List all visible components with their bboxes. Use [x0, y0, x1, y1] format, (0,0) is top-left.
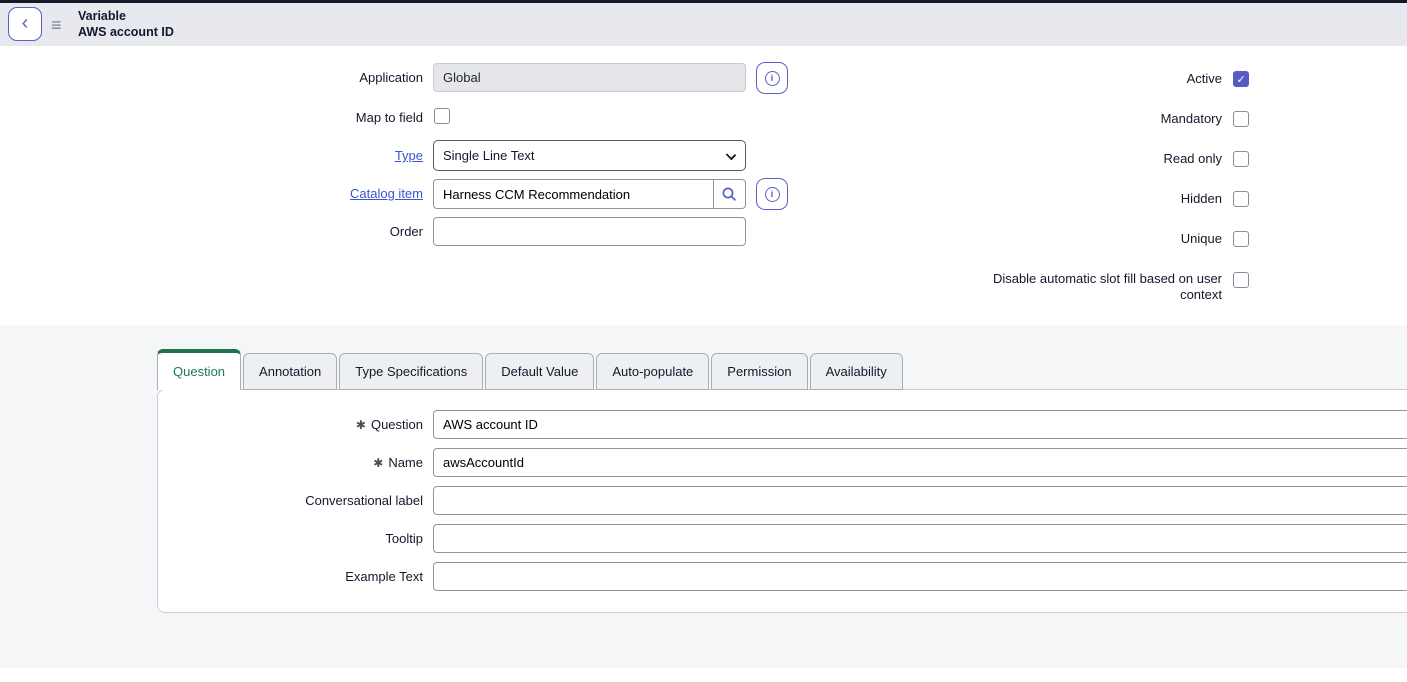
question-label-wrap: ✱ Question: [180, 417, 423, 433]
conversational-label-label: Conversational label: [180, 493, 423, 509]
active-label: Active: [977, 71, 1222, 87]
info-icon: i: [765, 71, 780, 86]
application-input: [433, 63, 746, 92]
tab-default-value[interactable]: Default Value: [485, 353, 594, 390]
record-title: Variable AWS account ID: [78, 8, 174, 40]
question-label: Question: [371, 417, 423, 432]
conversational-label-input[interactable]: [433, 486, 1407, 515]
read-only-label: Read only: [977, 151, 1222, 167]
map-to-field-checkbox[interactable]: [434, 108, 450, 124]
hidden-checkbox[interactable]: [1233, 191, 1249, 207]
unique-label: Unique: [977, 231, 1222, 247]
search-icon: [721, 186, 738, 203]
read-only-checkbox[interactable]: [1233, 151, 1249, 167]
catalog-item-link[interactable]: Catalog item: [350, 186, 423, 201]
record-type-label: Variable: [78, 8, 174, 24]
bottom-white-strip: [0, 668, 1407, 682]
tab-auto-populate[interactable]: Auto-populate: [596, 353, 709, 390]
tooltip-label: Tooltip: [180, 531, 423, 547]
tab-annotation[interactable]: Annotation: [243, 353, 337, 390]
order-label: Order: [180, 224, 423, 240]
catalog-item-lookup-button[interactable]: [713, 179, 746, 209]
record-name-label: AWS account ID: [78, 24, 174, 40]
name-label-wrap: ✱ Name: [180, 455, 423, 471]
context-menu-icon[interactable]: ≡: [51, 15, 62, 36]
variable-form-page: ‹ ≡ Variable AWS account ID Application …: [0, 0, 1407, 682]
tab-availability[interactable]: Availability: [810, 353, 903, 390]
tab-type-specifications[interactable]: Type Specifications: [339, 353, 483, 390]
active-checkbox[interactable]: [1233, 71, 1249, 87]
catalog-item-label-wrap: Catalog item: [180, 186, 423, 202]
type-select[interactable]: Single Line Text: [433, 140, 746, 171]
order-input[interactable]: [433, 217, 746, 246]
type-link[interactable]: Type: [395, 148, 423, 163]
example-text-input[interactable]: [433, 562, 1407, 591]
disable-slot-fill-label: Disable automatic slot fill based on use…: [977, 271, 1222, 303]
application-info-button[interactable]: i: [756, 62, 788, 94]
header-bar: ‹ ≡ Variable AWS account ID: [0, 3, 1407, 46]
map-to-field-label: Map to field: [180, 110, 423, 126]
disable-slot-fill-checkbox[interactable]: [1233, 272, 1249, 288]
hidden-label: Hidden: [977, 191, 1222, 207]
type-label-wrap: Type: [180, 148, 423, 164]
tab-question[interactable]: Question: [157, 349, 241, 390]
chevron-down-icon: [726, 150, 736, 160]
type-select-value: Single Line Text: [443, 148, 535, 163]
name-label: Name: [388, 455, 423, 470]
chevron-left-icon: ‹: [22, 13, 29, 33]
question-input[interactable]: [433, 410, 1407, 439]
tooltip-input[interactable]: [433, 524, 1407, 553]
name-input[interactable]: [433, 448, 1407, 477]
required-icon: ✱: [356, 418, 366, 432]
unique-checkbox[interactable]: [1233, 231, 1249, 247]
back-button[interactable]: ‹: [8, 7, 42, 41]
required-icon: ✱: [373, 456, 383, 470]
mandatory-label: Mandatory: [977, 111, 1222, 127]
catalog-item-group: [433, 179, 746, 209]
example-text-label: Example Text: [180, 569, 423, 585]
tab-bar: Question Annotation Type Specifications …: [157, 349, 903, 390]
catalog-item-input[interactable]: [433, 179, 713, 209]
application-label: Application: [180, 70, 423, 86]
catalog-item-info-button[interactable]: i: [756, 178, 788, 210]
tab-permission[interactable]: Permission: [711, 353, 807, 390]
mandatory-checkbox[interactable]: [1233, 111, 1249, 127]
info-icon: i: [765, 187, 780, 202]
